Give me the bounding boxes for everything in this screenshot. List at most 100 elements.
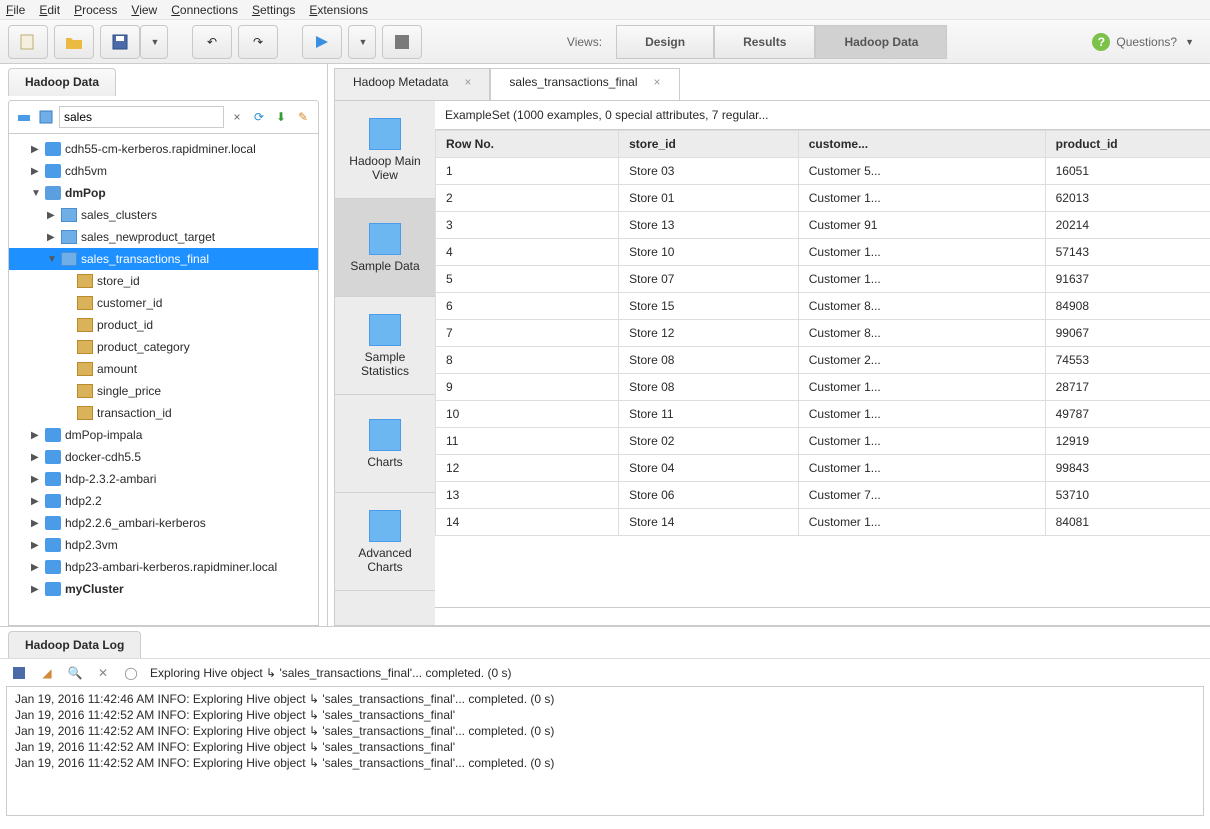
table-row[interactable]: 11Store 02Customer 1...12919Health589.33…	[436, 428, 1210, 455]
table-cell[interactable]: Customer 1...	[798, 239, 1045, 266]
table-cell[interactable]: 3	[436, 212, 619, 239]
table-cell[interactable]: 4	[436, 239, 619, 266]
view-tab-hadoop-data[interactable]: Hadoop Data	[815, 25, 947, 59]
log-save-icon[interactable]	[10, 664, 28, 682]
table-cell[interactable]: Store 13	[619, 212, 799, 239]
connections-tree[interactable]: ▶cdh55-cm-kerberos.rapidminer.local▶cdh5…	[8, 134, 319, 626]
table-cell[interactable]: Store 02	[619, 428, 799, 455]
table-cell[interactable]: Customer 7...	[798, 482, 1045, 509]
tree-server-cdh55-cm-kerberos-rapidminer-local[interactable]: ▶cdh55-cm-kerberos.rapidminer.local	[9, 138, 318, 160]
menu-view[interactable]: View	[131, 3, 157, 17]
table-row[interactable]: 14Store 14Customer 1...84081Health421.75…	[436, 509, 1210, 536]
close-icon[interactable]: ×	[654, 75, 661, 89]
table-cell[interactable]: 14	[436, 509, 619, 536]
tree-db-dmpop[interactable]: ▼dmPop	[9, 182, 318, 204]
table-cell[interactable]: Customer 1...	[798, 374, 1045, 401]
tree-server-cdh5vm[interactable]: ▶cdh5vm	[9, 160, 318, 182]
table-cell[interactable]: Store 08	[619, 374, 799, 401]
view-sample-statistics[interactable]: Sample Statistics	[335, 297, 435, 395]
view-charts[interactable]: Charts	[335, 395, 435, 493]
tree-server-hdp2-2-6-ambari-kerberos[interactable]: ▶hdp2.2.6_ambari-kerberos	[9, 512, 318, 534]
table-cell[interactable]: Customer 2...	[798, 347, 1045, 374]
log-clear-icon[interactable]: ◢	[38, 664, 56, 682]
table-cell[interactable]: 20214	[1045, 212, 1210, 239]
table-cell[interactable]: 57143	[1045, 239, 1210, 266]
table-row[interactable]: 7Store 12Customer 8...99067Health174.299	[436, 320, 1210, 347]
table-cell[interactable]: 8	[436, 347, 619, 374]
tree-server-docker-cdh5-5[interactable]: ▶docker-cdh5.5	[9, 446, 318, 468]
view-advanced-charts[interactable]: Advanced Charts	[335, 493, 435, 591]
open-button[interactable]	[54, 25, 94, 59]
table-cell[interactable]: 12	[436, 455, 619, 482]
stop-button[interactable]	[382, 25, 422, 59]
menu-edit[interactable]: Edit	[39, 3, 60, 17]
horizontal-scrollbar[interactable]	[435, 607, 1210, 625]
tree-col-amount[interactable]: amount	[9, 358, 318, 380]
table-cell[interactable]: 6	[436, 293, 619, 320]
tree-server-mycluster[interactable]: ▶myCluster	[9, 578, 318, 600]
table-cell[interactable]: 2	[436, 185, 619, 212]
table-cell[interactable]: 99843	[1045, 455, 1210, 482]
table-cell[interactable]: 62013	[1045, 185, 1210, 212]
tree-col-transaction-id[interactable]: transaction_id	[9, 402, 318, 424]
table-cell[interactable]: 12919	[1045, 428, 1210, 455]
table-cell[interactable]: 11	[436, 428, 619, 455]
table-cell[interactable]: Customer 1...	[798, 428, 1045, 455]
table-row[interactable]: 6Store 15Customer 8...84908Health358.162	[436, 293, 1210, 320]
table-cell[interactable]: Store 11	[619, 401, 799, 428]
view-tab-results[interactable]: Results	[714, 25, 815, 59]
table-cell[interactable]: 99067	[1045, 320, 1210, 347]
undo-button[interactable]: ↶	[192, 25, 232, 59]
table-cell[interactable]: Store 06	[619, 482, 799, 509]
table-row[interactable]: 12Store 04Customer 1...99843Electronics2…	[436, 455, 1210, 482]
log-search-icon[interactable]: 🔍	[66, 664, 84, 682]
column-header[interactable]: Row No.	[436, 131, 619, 158]
menu-settings[interactable]: Settings	[252, 3, 295, 17]
table-cell[interactable]: Customer 1...	[798, 509, 1045, 536]
clear-search-icon[interactable]: ×	[228, 108, 246, 126]
left-panel-title[interactable]: Hadoop Data	[8, 68, 116, 96]
log-body[interactable]: Jan 19, 2016 11:42:46 AM INFO: Exploring…	[6, 686, 1204, 816]
table-cell[interactable]: Customer 91	[798, 212, 1045, 239]
table-cell[interactable]: Store 14	[619, 509, 799, 536]
table-cell[interactable]: Store 03	[619, 158, 799, 185]
tree-col-single-price[interactable]: single_price	[9, 380, 318, 402]
table-cell[interactable]: 84908	[1045, 293, 1210, 320]
tree-table-icon[interactable]	[37, 108, 55, 126]
table-cell[interactable]: Customer 5...	[798, 158, 1045, 185]
search-input[interactable]	[59, 106, 224, 128]
table-cell[interactable]: Store 15	[619, 293, 799, 320]
table-cell[interactable]: Customer 1...	[798, 266, 1045, 293]
tree-server-hdp2-3vm[interactable]: ▶hdp2.3vm	[9, 534, 318, 556]
table-cell[interactable]: Store 04	[619, 455, 799, 482]
menubar[interactable]: FileEditProcessViewConnectionsSettingsEx…	[0, 0, 1210, 20]
table-row[interactable]: 13Store 06Customer 7...53710Sports689.21…	[436, 482, 1210, 509]
table-row[interactable]: 8Store 08Customer 2...74553Home/Gard...6…	[436, 347, 1210, 374]
table-cell[interactable]: Store 10	[619, 239, 799, 266]
table-cell[interactable]: 28717	[1045, 374, 1210, 401]
tab-sales-transactions-final[interactable]: sales_transactions_final×	[490, 68, 679, 100]
save-dropdown[interactable]: ▼	[140, 25, 168, 59]
tree-col-customer-id[interactable]: customer_id	[9, 292, 318, 314]
tree-tbl-sales-transactions-final[interactable]: ▼sales_transactions_final	[9, 248, 318, 270]
table-row[interactable]: 10Store 11Customer 1...49787Sports118.95…	[436, 401, 1210, 428]
column-header[interactable]: product_id	[1045, 131, 1210, 158]
data-grid[interactable]: Row No.store_idcustome...product_idprodu…	[435, 129, 1210, 607]
tree-server-hdp23-ambari-kerberos-rapidminer-local[interactable]: ▶hdp23-ambari-kerberos.rapidminer.local	[9, 556, 318, 578]
table-cell[interactable]: 53710	[1045, 482, 1210, 509]
column-header[interactable]: store_id	[619, 131, 799, 158]
table-cell[interactable]: 16051	[1045, 158, 1210, 185]
table-row[interactable]: 2Store 01Customer 1...62013Home/Gard...6…	[436, 185, 1210, 212]
table-cell[interactable]: 1	[436, 158, 619, 185]
tree-col-store-id[interactable]: store_id	[9, 270, 318, 292]
table-cell[interactable]: 5	[436, 266, 619, 293]
menu-file[interactable]: File	[6, 3, 25, 17]
table-cell[interactable]: 84081	[1045, 509, 1210, 536]
table-cell[interactable]: Customer 1...	[798, 185, 1045, 212]
tree-server-dmpop-impala[interactable]: ▶dmPop-impala	[9, 424, 318, 446]
table-cell[interactable]: Store 08	[619, 347, 799, 374]
table-row[interactable]: 9Store 08Customer 1...28717Home/Gard...8…	[436, 374, 1210, 401]
edit-icon[interactable]: ✎	[294, 108, 312, 126]
refresh-icon[interactable]: ⟳	[250, 108, 268, 126]
close-icon[interactable]: ×	[464, 75, 471, 89]
